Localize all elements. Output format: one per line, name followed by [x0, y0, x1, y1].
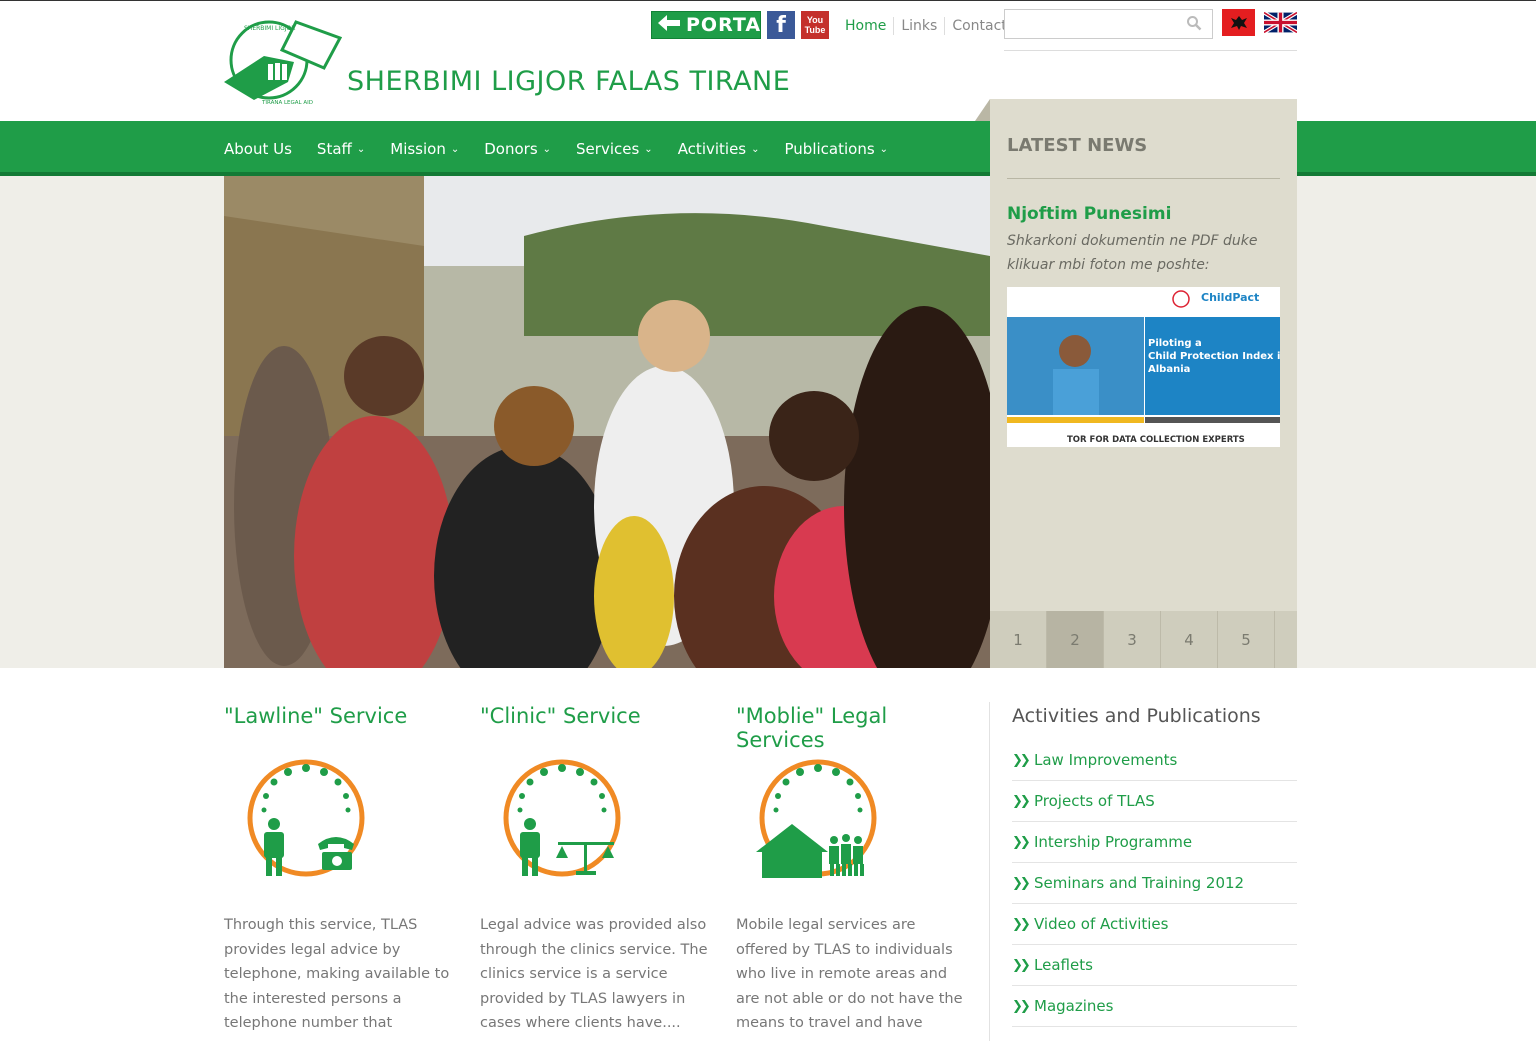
list-item-label: Law Improvements — [1034, 751, 1178, 769]
chevron-down-icon: ⌄ — [356, 143, 366, 155]
activities-list: ❯❯ Law Improvements ❯❯ Projects of TLAS ❯❯… — [1012, 740, 1297, 1027]
column-divider — [989, 702, 990, 1041]
list-item[interactable]: ❯❯ Video of Activities — [1012, 904, 1297, 945]
svg-text:ChildPact: ChildPact — [1201, 291, 1259, 304]
search-icon[interactable] — [1186, 15, 1202, 31]
service-title[interactable]: "Lawline" Service — [224, 704, 456, 728]
search-input[interactable] — [1005, 10, 1175, 38]
top-border — [0, 0, 1536, 1]
portal-button[interactable]: PORTAL — [651, 11, 773, 39]
main-nav: About Us Staff ⌄ Mission ⌄ Donors ⌄ Service… — [224, 140, 913, 158]
service-text: Legal advice was provided also through t… — [480, 917, 708, 1032]
header-divider — [1004, 50, 1297, 51]
news-heading: LATEST NEWS — [1007, 135, 1148, 156]
slider-pager: 1 2 3 4 5 — [990, 611, 1297, 668]
list-item[interactable]: ❯❯ Seminars and Training 2012 — [1012, 863, 1297, 904]
nav-label: Staff — [316, 140, 352, 158]
list-item-label: Seminars and Training 2012 — [1034, 874, 1245, 892]
nav-label: Mission — [390, 140, 446, 158]
service-title[interactable]: "Clinic" Service — [480, 704, 712, 728]
double-chevron-right-icon: ❯❯ — [1012, 875, 1031, 891]
nav-label: Publications — [784, 140, 875, 158]
links-link[interactable]: Links — [894, 17, 946, 35]
chevron-down-icon: ⌄ — [542, 143, 552, 155]
list-item[interactable]: ❯❯ Projects of TLAS — [1012, 781, 1297, 822]
news-fold — [975, 99, 990, 121]
service-text: Through this service, TLAS provides lega… — [224, 917, 450, 1041]
facebook-icon[interactable]: f — [767, 11, 795, 39]
pager-page-3[interactable]: 3 — [1104, 611, 1161, 668]
service-lawline: "Lawline" Service Through this service, … — [224, 704, 456, 1041]
nav-label: Activities — [677, 140, 747, 158]
list-item-label: Video of Activities — [1034, 915, 1169, 933]
nav-label: Services — [576, 140, 640, 158]
double-chevron-right-icon: ❯❯ — [1012, 957, 1031, 973]
pager-page-1[interactable]: 1 — [990, 611, 1047, 668]
chevron-down-icon: ⌄ — [644, 143, 653, 155]
double-chevron-right-icon: ❯❯ — [1012, 793, 1031, 809]
news-thumbnail[interactable]: Piloting a Child Protection Index in Alb… — [1007, 287, 1280, 447]
youtube-icon[interactable]: You Tube — [801, 11, 829, 39]
scales-icon[interactable] — [496, 748, 628, 880]
list-item[interactable]: ❯❯ Law Improvements — [1012, 740, 1297, 781]
double-chevron-right-icon: ❯❯ — [1012, 916, 1031, 932]
list-item[interactable]: ❯❯ Intership Programme — [1012, 822, 1297, 863]
svg-text:TIRANA LEGAL AID: TIRANA LEGAL AID — [261, 100, 313, 106]
list-item[interactable]: ❯❯ Magazines — [1012, 986, 1297, 1027]
home-link[interactable]: Home — [838, 17, 895, 35]
arrow-left-icon — [658, 14, 680, 36]
activities-heading: Activities and Publications — [1012, 705, 1261, 727]
hero-photo[interactable] — [224, 176, 990, 668]
news-item-title[interactable]: Njoftim Punesimi — [1007, 204, 1171, 224]
nav-label: About Us — [224, 140, 292, 158]
service-clinic: "Clinic" Service Legal advice was provid… — [480, 704, 712, 1031]
chevron-down-icon: ⌄ — [450, 143, 460, 155]
youtube-label: You Tube — [804, 15, 826, 35]
svg-text:Piloting a: Piloting a — [1148, 338, 1202, 349]
nav-mission[interactable]: Mission ⌄ — [390, 140, 459, 158]
search-box — [1004, 9, 1213, 39]
nav-activities[interactable]: Activities ⌄ — [678, 140, 760, 158]
facebook-label: f — [776, 12, 786, 38]
list-item-label: Magazines — [1034, 997, 1114, 1015]
pager-page-4[interactable]: 4 — [1161, 611, 1218, 668]
top-links: Home Links Contact — [838, 17, 1015, 35]
svg-text:SHERBIMI LIGJOR: SHERBIMI LIGJOR — [244, 25, 295, 32]
pager-page-5[interactable]: 5 — [1218, 611, 1275, 668]
double-chevron-right-icon: ❯❯ — [1012, 752, 1031, 768]
english-flag-icon[interactable] — [1264, 9, 1297, 36]
telephone-icon[interactable] — [240, 748, 372, 880]
albanian-flag-icon[interactable] — [1222, 9, 1255, 36]
news-item-text: Shkarkoni dokumentin ne PDF duke klikuar… — [1007, 233, 1258, 273]
list-item-label: Projects of TLAS — [1034, 792, 1155, 810]
nav-services[interactable]: Services ⌄ — [576, 140, 653, 158]
list-item-label: Intership Programme — [1034, 833, 1193, 851]
service-mobile: "Moblie" Legal Services Mobile legal ser… — [736, 704, 968, 1041]
logo[interactable]: SHERBIMI LIGJOR TIRANA LEGAL AID — [224, 16, 342, 106]
double-chevron-right-icon: ❯❯ — [1012, 834, 1031, 850]
double-chevron-right-icon: ❯❯ — [1012, 998, 1031, 1014]
chevron-down-icon: ⌄ — [879, 143, 889, 155]
nav-donors[interactable]: Donors ⌄ — [484, 140, 551, 158]
svg-text:Child Protection Index in: Child Protection Index in — [1148, 351, 1280, 362]
service-title[interactable]: "Moblie" Legal Services — [736, 704, 968, 752]
svg-text:TOR FOR DATA COLLECTION EXPERT: TOR FOR DATA COLLECTION EXPERTS — [1067, 435, 1245, 445]
nav-staff[interactable]: Staff ⌄ — [317, 140, 365, 158]
pager-page-2[interactable]: 2 — [1047, 611, 1104, 668]
nav-label: Donors — [484, 140, 538, 158]
chevron-down-icon: ⌄ — [751, 143, 760, 155]
nav-publications[interactable]: Publications ⌄ — [785, 140, 889, 158]
list-item[interactable]: ❯❯ Leaflets — [1012, 945, 1297, 986]
svg-text:Albania: Albania — [1148, 364, 1190, 375]
site-title[interactable]: SHERBIMI LIGJOR FALAS TIRANE — [347, 66, 790, 97]
portal-label: PORTAL — [686, 14, 775, 36]
nav-about-us[interactable]: About Us — [224, 140, 292, 158]
news-divider — [1007, 178, 1280, 179]
service-text: Mobile legal services are offered by TLA… — [736, 917, 963, 1041]
list-item-label: Leaflets — [1034, 956, 1093, 974]
house-icon[interactable] — [752, 748, 884, 880]
